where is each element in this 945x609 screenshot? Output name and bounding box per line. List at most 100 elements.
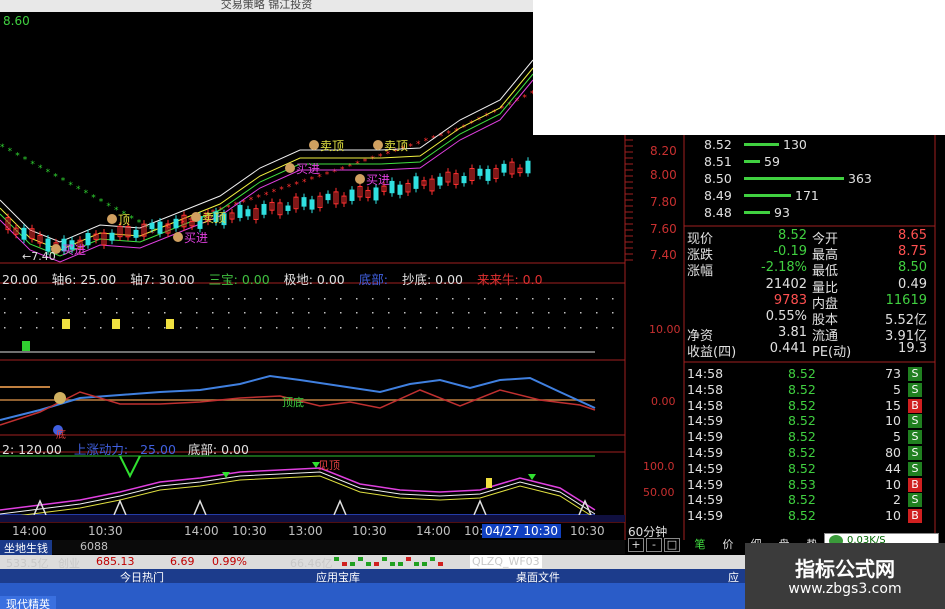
tick-side: B — [908, 509, 922, 524]
zoom-button[interactable]: □ — [664, 538, 680, 552]
time-axis-label: 14:00 — [12, 524, 47, 538]
mini-bar — [334, 557, 339, 561]
quote-value: 0.49 — [898, 276, 927, 292]
grid-dot — [388, 312, 390, 314]
a-marker — [113, 499, 127, 516]
grid-dot — [180, 327, 182, 329]
grid-dot — [612, 312, 614, 314]
signal-coin — [107, 214, 117, 224]
trend-star: * — [264, 191, 269, 201]
signal-block-yellow — [62, 319, 70, 329]
tick-side: S — [908, 446, 922, 460]
trend-star: * — [279, 186, 284, 196]
signal-label: 买进 — [184, 231, 209, 245]
down-arrow — [528, 474, 536, 480]
tick-price: 8.53 — [788, 476, 816, 492]
grid-dot — [580, 312, 582, 314]
indicator3-y-label: 0.00 — [651, 395, 676, 408]
mini-bar — [430, 557, 435, 561]
indicator1-item: 来来牛: 0.0 — [476, 272, 543, 287]
v-marker — [119, 455, 141, 479]
price-axis-label: 7.40 — [650, 248, 677, 262]
candle-body — [325, 193, 331, 201]
tick-price: 8.52 — [788, 460, 816, 476]
grid-dot — [4, 327, 6, 329]
grid-dot — [500, 298, 502, 300]
signal-label: 卖顶 — [202, 211, 227, 225]
tick-volume: 5 — [893, 381, 901, 397]
grid-dot — [436, 312, 438, 314]
ask-volume: 130 — [783, 137, 807, 152]
grid-dot — [100, 312, 102, 314]
candle-body — [85, 233, 91, 246]
grid-dot — [292, 298, 294, 300]
tick-price: 8.52 — [788, 381, 816, 397]
tick-time: 14:59 — [687, 429, 724, 445]
sheet-tab[interactable]: 6088 — [80, 540, 108, 553]
grid-dot — [164, 298, 166, 300]
grid-dot — [580, 327, 582, 329]
zoom-button[interactable]: + — [628, 538, 644, 552]
a-marker — [473, 499, 487, 516]
grid-dot — [20, 298, 22, 300]
blank-panel — [533, 0, 945, 135]
ask-price: 8.48 — [704, 205, 732, 220]
tick-side: S — [908, 493, 922, 508]
tick-time: 14:59 — [687, 460, 724, 476]
trend-star: * — [68, 181, 73, 191]
grid-dot — [164, 327, 166, 329]
quote-value: 8.52 — [778, 228, 807, 243]
grid-dot — [148, 312, 150, 314]
grid-dot — [420, 298, 422, 300]
tick-time: 14:59 — [687, 445, 724, 460]
price-axis-label: 8.00 — [650, 168, 677, 182]
grid-dot — [596, 312, 598, 314]
candle-body — [461, 176, 467, 184]
grid-dot — [356, 298, 358, 300]
quote-tab[interactable]: 价 — [716, 538, 740, 552]
grid-dot — [20, 327, 22, 329]
trend-star: * — [15, 151, 20, 161]
grid-dot — [180, 298, 182, 300]
candle-body — [301, 197, 307, 207]
grid-dot — [516, 327, 518, 329]
grid-dot — [68, 298, 70, 300]
grid-dot — [596, 298, 598, 300]
tick-side: S — [908, 382, 922, 397]
grid-dot — [468, 312, 470, 314]
signal-block-green — [22, 341, 30, 351]
tick-volume: 44 — [885, 460, 901, 476]
tick-time: 14:59 — [687, 492, 724, 508]
indicator4-y-label-1: 100.0 — [643, 460, 675, 473]
zoom-button[interactable]: - — [646, 538, 662, 552]
signal-coin — [191, 212, 201, 222]
price-axis-label: 8.20 — [650, 144, 677, 158]
grid-dot — [260, 312, 262, 314]
mini-bar — [390, 562, 395, 566]
taskbar-item[interactable]: 现代精英 — [0, 596, 56, 609]
quote-key: 涨幅 — [687, 264, 714, 280]
signal-label: 买进 — [366, 173, 391, 187]
grid-dot — [228, 327, 230, 329]
quote-tab[interactable]: 笔 — [688, 538, 712, 552]
grid-dot — [452, 312, 454, 314]
indicator3-tag1: 顶底 — [282, 396, 304, 409]
grid-dot — [260, 327, 262, 329]
indicator4-item: 2: 120.00 — [2, 442, 62, 457]
tick-time: 14:59 — [687, 413, 724, 429]
trend-star: * — [99, 198, 104, 208]
trend-star: * — [355, 160, 360, 170]
sheet-tab-active[interactable]: 坐地生钱 — [0, 540, 52, 556]
grid-dot — [228, 298, 230, 300]
grid-dot — [564, 327, 566, 329]
trend-star: * — [249, 196, 254, 206]
indicator4-legend: 2: 120.00 上涨动力: 25.00 底部: 0.00 — [2, 439, 261, 458]
grid-dot — [404, 298, 406, 300]
grid-dot — [468, 298, 470, 300]
ma-line-yellow — [0, 67, 534, 251]
grid-dot — [292, 312, 294, 314]
signal-label: 买进 — [296, 162, 321, 176]
indicator4-y-label-2: 50.00 — [643, 486, 675, 499]
grid-dot — [132, 327, 134, 329]
quote-value: 8.65 — [898, 228, 927, 243]
